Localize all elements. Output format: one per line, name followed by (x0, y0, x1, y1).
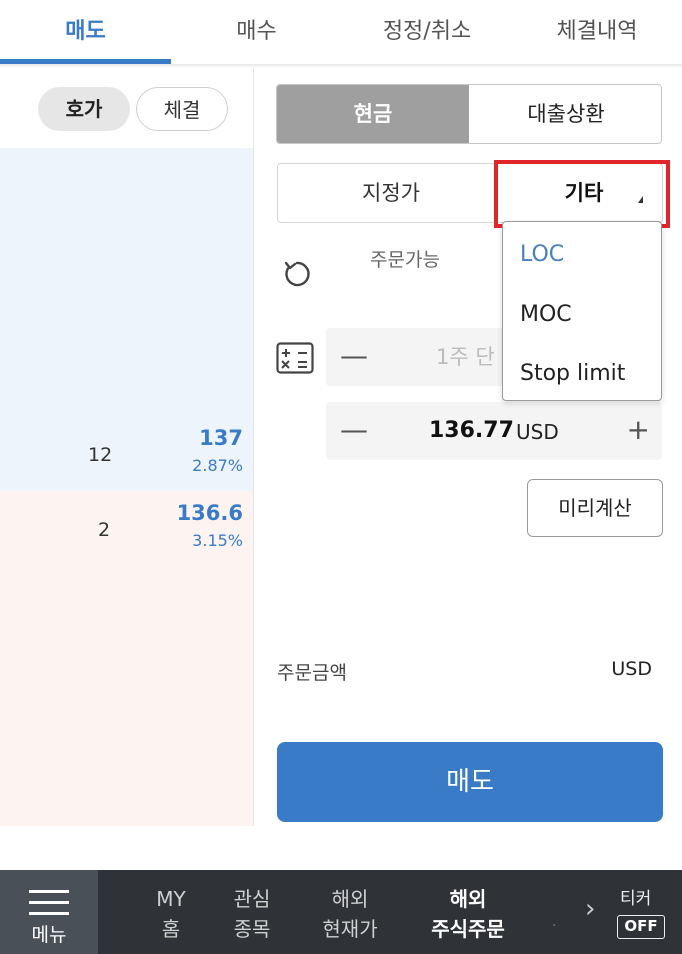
bid-qty: 2 (98, 519, 111, 541)
highlight-box (494, 160, 670, 228)
loan-repay-button[interactable]: 대출상환 (469, 85, 661, 143)
chevron-right-icon[interactable]: › (585, 894, 595, 924)
ask-qty: 12 (88, 444, 113, 466)
menu-button[interactable]: 메뉴 (0, 870, 98, 954)
bid-price[interactable]: 136.6 (177, 501, 243, 525)
precalculate-button[interactable]: 미리계산 (527, 479, 663, 537)
dropdown-option-loc[interactable]: LOC (520, 242, 564, 267)
nav-watchlist-line2: 종목 (233, 917, 271, 941)
calculator-icon[interactable] (276, 342, 314, 374)
bid-area: 2 136.6 3.15% (0, 491, 253, 826)
dropdown-option-moc[interactable]: MOC (520, 302, 572, 327)
refresh-icon[interactable] (281, 258, 313, 290)
available-label: 주문가능 (370, 249, 440, 271)
price-input[interactable]: 136.77 (429, 402, 514, 460)
hamburger-icon (29, 890, 69, 916)
ticker-toggle[interactable]: OFF (617, 915, 665, 939)
ask-pct: 2.87% (192, 456, 243, 475)
nav-my-home[interactable]: MY 홈 (145, 884, 197, 944)
trades-toggle-button[interactable]: 체결 (136, 87, 228, 131)
limit-order-button[interactable]: 지정가 (278, 164, 504, 222)
ticker-label: 티커 (620, 889, 652, 909)
nav-overseas-price-line1: 해외 (331, 887, 369, 911)
quantity-minus-button[interactable]: — (340, 342, 368, 370)
nav-overseas-price-line2: 현재가 (322, 917, 378, 941)
tab-execution-history[interactable]: 체결내역 (512, 0, 682, 64)
nav-my-home-line1: MY (156, 887, 186, 911)
price-unit: USD (516, 420, 559, 444)
bottom-nav: 메뉴 MY 홈 관심 종목 해외 현재가 해외 주식주문 · › 티커 OFF (0, 870, 682, 954)
ask-price[interactable]: 137 (199, 426, 243, 450)
order-type-dropdown-menu: LOC MOC Stop limit (502, 221, 662, 401)
dropdown-option-stop-limit[interactable]: Stop limit (520, 361, 625, 386)
quote-toggle-button[interactable]: 호가 (38, 87, 130, 131)
cash-button[interactable]: 현금 (277, 85, 469, 143)
top-tab-bar: 매도 매수 정정/취소 체결내역 (0, 0, 682, 64)
price-minus-button[interactable]: — (340, 416, 368, 444)
order-amount-label: 주문금액 (277, 662, 347, 684)
nav-overflow-hint: · (552, 918, 557, 934)
ask-area: 12 137 2.87% (0, 148, 253, 491)
order-book-panel: 호가 체결 12 137 2.87% 2 136.6 3.15% (0, 68, 254, 826)
nav-my-home-line2: 홈 (161, 917, 181, 941)
nav-overseas-order-line1: 해외 (449, 887, 487, 911)
sell-button[interactable]: 매도 (277, 742, 663, 822)
price-stepper[interactable]: — 136.77 USD + (326, 402, 662, 460)
nav-overseas-price[interactable]: 해외 현재가 (310, 884, 390, 944)
tab-buy[interactable]: 매수 (171, 0, 342, 64)
menu-label: 메뉴 (31, 924, 67, 946)
tab-modify-cancel[interactable]: 정정/취소 (342, 0, 512, 64)
order-amount-unit: USD (611, 658, 652, 680)
nav-overseas-order[interactable]: 해외 주식주문 (418, 884, 518, 944)
tab-sell[interactable]: 매도 (0, 0, 171, 64)
nav-overseas-order-line2: 주식주문 (431, 917, 505, 941)
bid-pct: 3.15% (192, 531, 243, 550)
price-plus-button[interactable]: + (627, 416, 650, 444)
payment-type-segment: 현금 대출상환 (276, 84, 662, 144)
quantity-input[interactable]: 1주 단 (436, 328, 495, 386)
nav-watchlist-line1: 관심 (233, 887, 271, 911)
nav-watchlist[interactable]: 관심 종목 (222, 884, 282, 944)
